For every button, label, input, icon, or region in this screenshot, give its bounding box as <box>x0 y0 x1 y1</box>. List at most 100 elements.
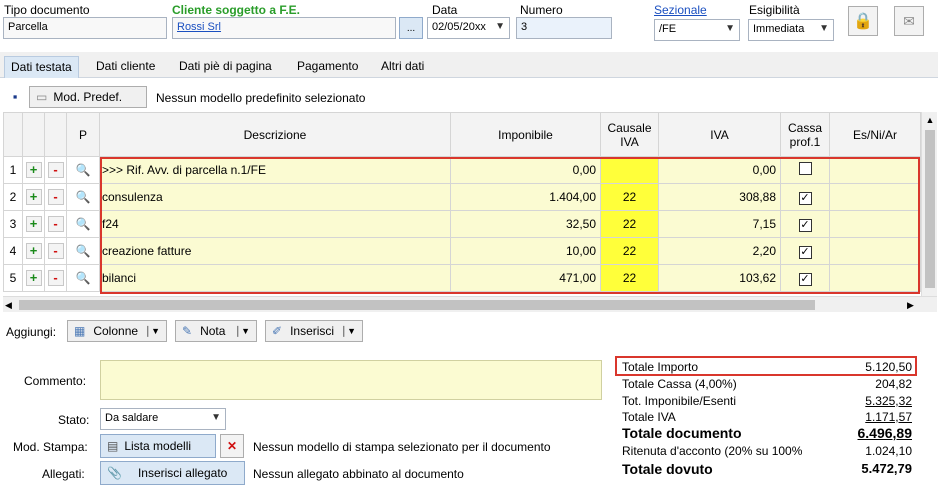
stato-value: Da saldare <box>105 412 159 424</box>
totale-dovuto-value: 5.472,79 <box>861 461 912 476</box>
esigibilita-select[interactable]: Immediata ▼ <box>748 19 834 41</box>
colonne-label: Colonne <box>93 324 139 338</box>
vertical-scrollbar[interactable]: ▲ <box>921 112 937 296</box>
col-add <box>22 112 45 157</box>
esigibilita-value: Immediata <box>753 23 805 35</box>
scroll-left-icon[interactable]: ◀ <box>5 297 12 313</box>
col-descrizione[interactable]: Descrizione <box>99 112 451 157</box>
chevron-down-icon: │▼ <box>145 326 160 336</box>
data-label: Data <box>432 3 458 17</box>
totale-importo-value: 5.120,50 <box>865 360 912 374</box>
col-cassa[interactable]: Cassa prof.1 <box>780 112 830 157</box>
stato-label: Stato: <box>58 413 90 427</box>
righe-highlight <box>100 157 920 294</box>
magnifier-icon: 🔍 <box>75 217 91 231</box>
inserisci-button[interactable]: ✐ Inserisci │▼ <box>265 320 363 342</box>
sezionale-link[interactable]: Sezionale <box>654 3 707 17</box>
tot-imponibile-label: Tot. Imponibile/Esenti <box>622 394 737 408</box>
lista-modelli-button[interactable]: ▤ Lista modelli <box>100 434 216 458</box>
stato-select[interactable]: Da saldare ▼ <box>100 408 226 430</box>
cliente-field[interactable]: Rossi Srl <box>172 17 396 39</box>
tab-dati-cliente[interactable]: Dati cliente <box>96 56 155 78</box>
save-icon[interactable]: ▪ <box>6 87 24 105</box>
cliente-browse-button[interactable]: ... <box>399 17 423 39</box>
totale-documento-value[interactable]: 6.496,89 <box>858 425 913 441</box>
nota-button[interactable]: ✎ Nota │▼ <box>175 320 257 342</box>
cliente-link[interactable]: Rossi Srl <box>177 21 221 33</box>
col-iva[interactable]: IVA <box>658 112 781 157</box>
remove-row-button[interactable]: - <box>44 183 67 211</box>
data-value: 02/05/20xx <box>432 21 486 33</box>
chevron-down-icon: ▼ <box>495 21 505 32</box>
horizontal-scrollbar[interactable]: ◀ ▶ <box>3 296 937 312</box>
document-icon: ▭ <box>36 90 48 104</box>
commento-input[interactable] <box>100 360 602 400</box>
row-search-button[interactable]: 🔍 <box>66 210 100 238</box>
ritenuta-value: 1.024,10 <box>865 444 912 458</box>
totale-iva-value[interactable]: 1.171,57 <box>865 410 912 424</box>
remove-row-button[interactable]: - <box>44 237 67 265</box>
allegati-label: Allegati: <box>42 467 85 481</box>
row-index: 1 <box>3 156 23 184</box>
tab-dati-pie-pagina[interactable]: Dati piè di pagina <box>179 56 272 78</box>
remove-row-button[interactable]: - <box>44 264 67 292</box>
inserisci-allegato-button[interactable]: 📎 Inserisci allegato <box>100 461 245 485</box>
insert-icon: ✐ <box>272 324 283 338</box>
close-icon: ✕ <box>226 439 238 453</box>
add-row-button[interactable]: + <box>22 210 45 238</box>
col-causale-iva[interactable]: Causale IVA <box>600 112 659 157</box>
totale-iva-label: Totale IVA <box>622 410 676 424</box>
data-field[interactable]: 02/05/20xx ▼ <box>427 17 510 39</box>
chevron-down-icon: ▼ <box>819 23 829 34</box>
totale-dovuto-label: Totale dovuto <box>622 461 713 477</box>
col-es-ni-ar[interactable]: Es/Ni/Ar <box>829 112 921 157</box>
lock-icon: 🔒 <box>853 13 873 30</box>
sezionale-value: /FE <box>659 23 677 35</box>
minus-icon: - <box>47 189 64 205</box>
col-imponibile[interactable]: Imponibile <box>450 112 601 157</box>
vertical-scroll-thumb[interactable] <box>925 130 935 288</box>
tab-pagamento[interactable]: Pagamento <box>297 56 358 78</box>
remove-row-button[interactable]: - <box>44 210 67 238</box>
inserisci-allegato-label: Inserisci allegato <box>137 466 228 480</box>
add-row-button[interactable]: + <box>22 156 45 184</box>
row-search-button[interactable]: 🔍 <box>66 264 100 292</box>
mail-button[interactable]: ✉ <box>894 6 924 36</box>
remove-row-button[interactable]: - <box>44 156 67 184</box>
stampa-note: Nessun modello di stampa selezionato per… <box>253 440 551 454</box>
note-icon: ✎ <box>182 324 193 338</box>
remove-modello-button[interactable]: ✕ <box>220 434 244 458</box>
cliente-label: Cliente soggetto a F.E. <box>172 3 301 17</box>
paperclip-icon: 📎 <box>107 466 122 480</box>
mod-predef-button[interactable]: ▭ Mod. Predef. <box>29 86 147 108</box>
ritenuta-label: Ritenuta d'acconto (20% su 100% <box>622 444 803 458</box>
magnifier-icon: 🔍 <box>75 244 91 258</box>
row-search-button[interactable]: 🔍 <box>66 183 100 211</box>
magnifier-icon: 🔍 <box>75 190 91 204</box>
chevron-down-icon: │▼ <box>341 326 356 336</box>
tot-imponibile-value[interactable]: 5.325,32 <box>865 394 912 408</box>
add-row-button[interactable]: + <box>22 264 45 292</box>
tab-dati-testata[interactable]: Dati testata <box>4 56 79 78</box>
row-search-button[interactable]: 🔍 <box>66 237 100 265</box>
aggiungi-label: Aggiungi: <box>6 325 57 339</box>
chevron-down-icon: ▼ <box>211 412 221 423</box>
minus-icon: - <box>47 270 64 286</box>
numero-field[interactable]: 3 <box>516 17 612 39</box>
tipo-documento-field[interactable]: Parcella <box>3 17 167 39</box>
scroll-up-icon[interactable]: ▲ <box>923 112 937 128</box>
row-search-button[interactable]: 🔍 <box>66 156 100 184</box>
tab-altri-dati[interactable]: Altri dati <box>381 56 424 78</box>
horizontal-scroll-thumb[interactable] <box>19 300 815 310</box>
col-p[interactable]: P <box>66 112 100 157</box>
chevron-down-icon: ▼ <box>725 23 735 34</box>
add-row-button[interactable]: + <box>22 237 45 265</box>
colonne-button[interactable]: ▦ Colonne │▼ <box>67 320 167 342</box>
col-index <box>3 112 23 157</box>
lista-modelli-label: Lista modelli <box>124 439 192 453</box>
lock-button[interactable]: 🔒 <box>848 6 878 36</box>
plus-icon: + <box>25 270 42 286</box>
add-row-button[interactable]: + <box>22 183 45 211</box>
sezionale-select[interactable]: /FE ▼ <box>654 19 740 41</box>
scroll-right-icon[interactable]: ▶ <box>907 297 914 313</box>
